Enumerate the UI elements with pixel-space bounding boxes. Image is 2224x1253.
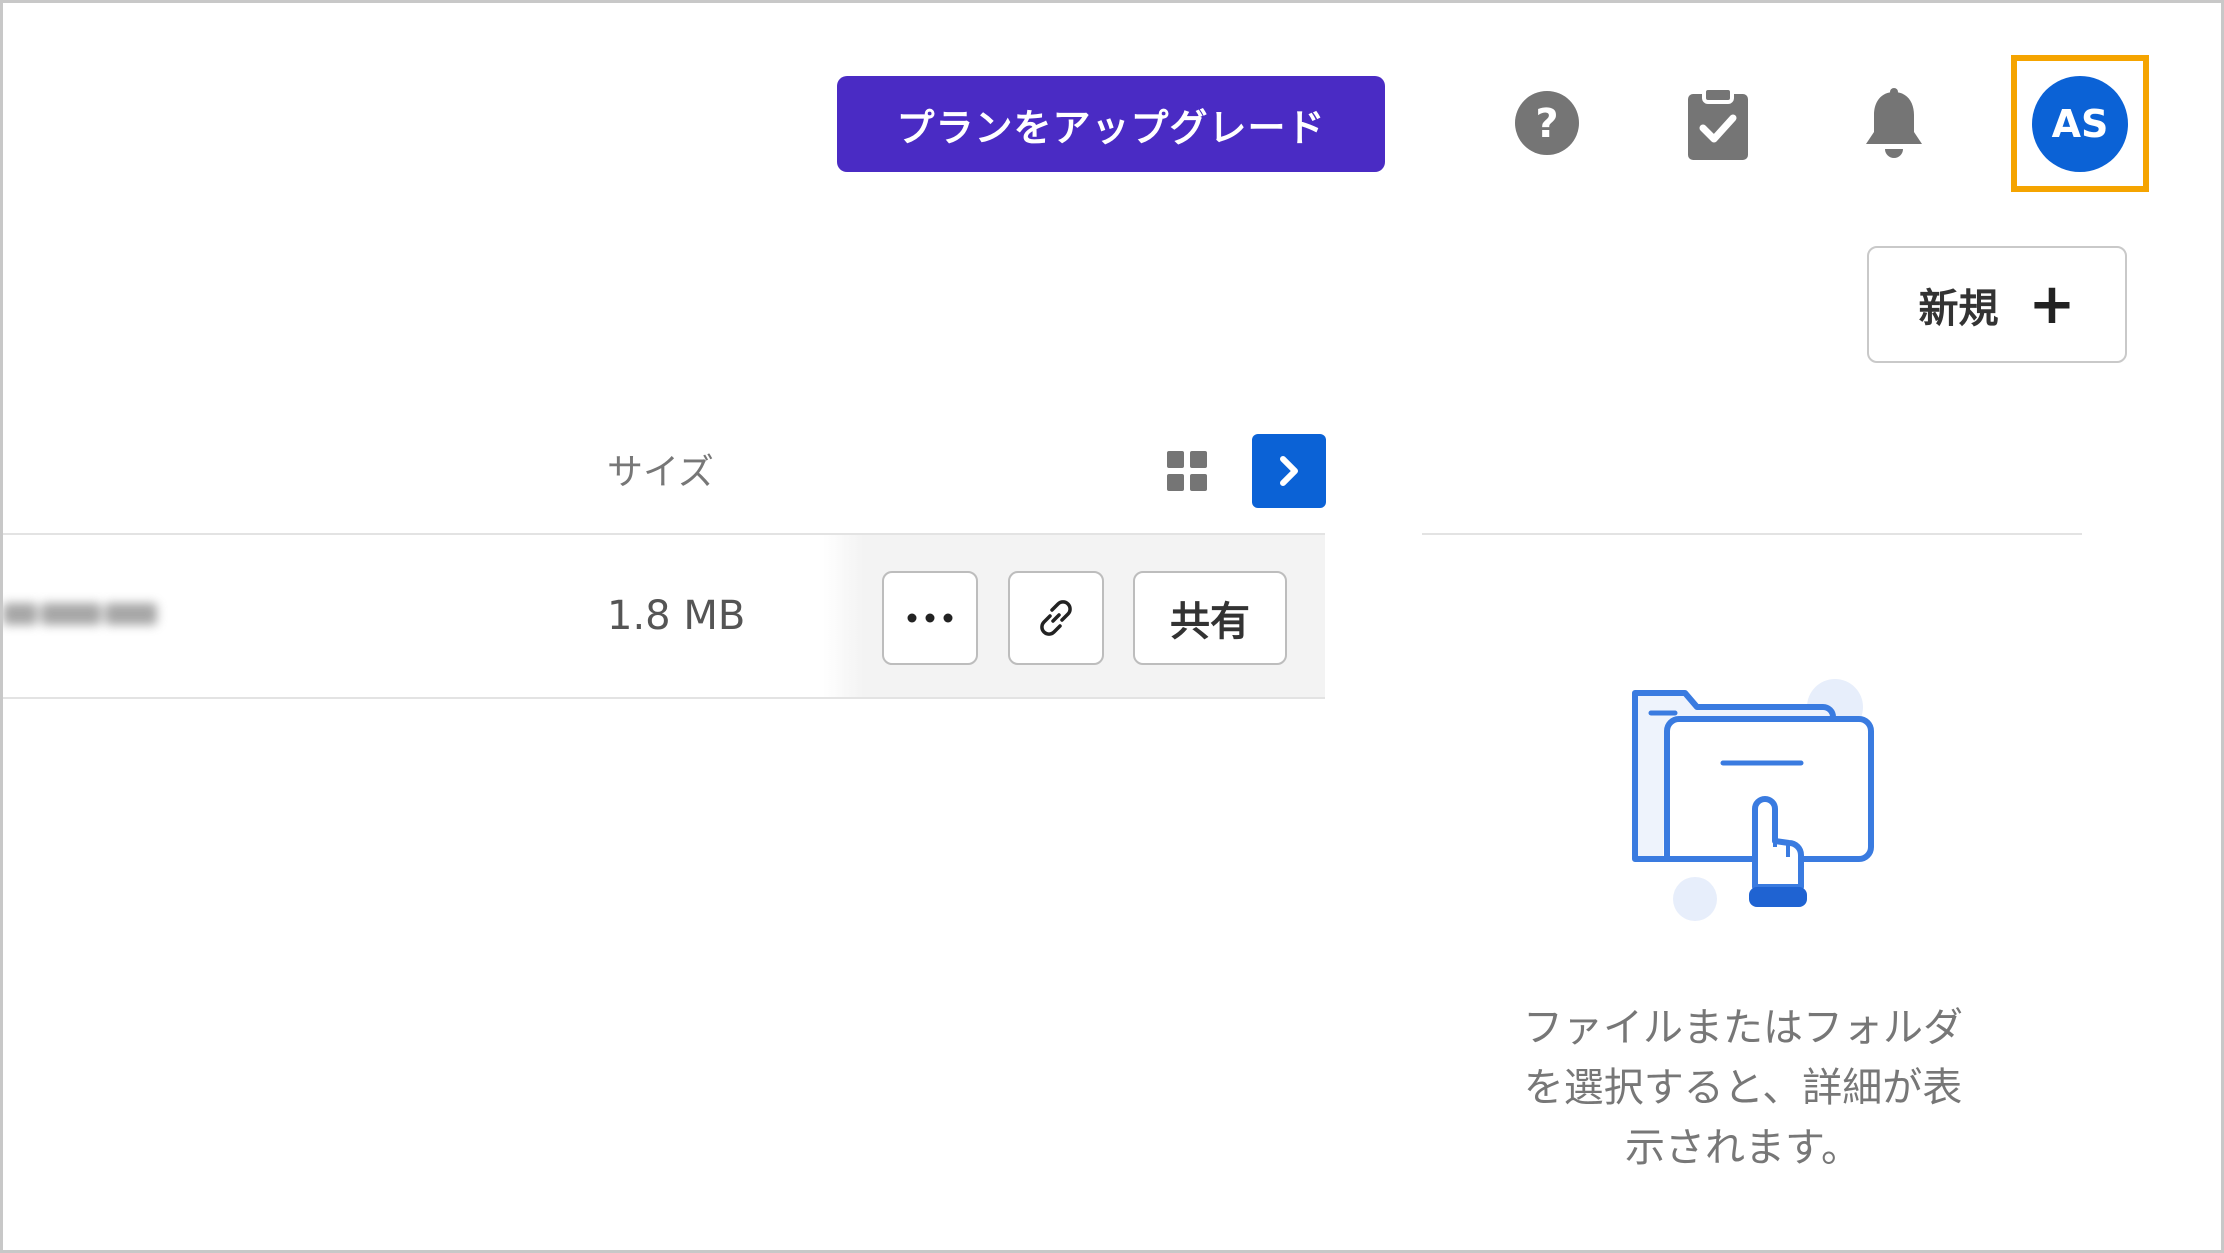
new-button-label: 新規 bbox=[1918, 285, 1999, 332]
details-panel-toggle-button[interactable] bbox=[1252, 434, 1326, 508]
avatar[interactable]: AS bbox=[2032, 75, 2128, 172]
details-empty-message: ファイルまたはフォルダを選択すると、詳細が表示されます。 bbox=[1523, 1005, 1963, 1171]
column-header-size[interactable]: サイズ bbox=[607, 443, 714, 495]
new-button[interactable]: 新規 + bbox=[1867, 246, 2127, 363]
bell-icon[interactable] bbox=[1860, 87, 1928, 161]
svg-text:?: ? bbox=[1535, 101, 1558, 147]
details-panel-divider bbox=[1422, 533, 2082, 535]
plus-icon: + bbox=[2028, 271, 2076, 337]
grid-view-icon[interactable] bbox=[1165, 449, 1209, 493]
file-size: 1.8 MB bbox=[607, 593, 746, 639]
table-row-divider bbox=[3, 697, 1325, 699]
copy-link-button[interactable] bbox=[1008, 571, 1104, 665]
folder-touch-icon bbox=[1623, 675, 1893, 935]
avatar-highlight: AS bbox=[2011, 55, 2149, 192]
upgrade-plan-button[interactable]: プランをアップグレード bbox=[837, 76, 1385, 172]
share-button[interactable]: 共有 bbox=[1133, 571, 1287, 665]
chevron-right-icon bbox=[1280, 456, 1298, 486]
help-icon[interactable]: ? bbox=[1513, 89, 1581, 157]
more-horizontal-icon bbox=[907, 613, 953, 623]
link-icon bbox=[1040, 600, 1072, 636]
clipboard-check-icon[interactable] bbox=[1684, 85, 1752, 163]
app-window: プランをアップグレード ? AS 新規 + サイズ 1.8 MB 共有 ファイル… bbox=[0, 0, 2224, 1253]
file-name-blurred[interactable] bbox=[3, 595, 173, 633]
more-actions-button[interactable] bbox=[882, 571, 978, 665]
